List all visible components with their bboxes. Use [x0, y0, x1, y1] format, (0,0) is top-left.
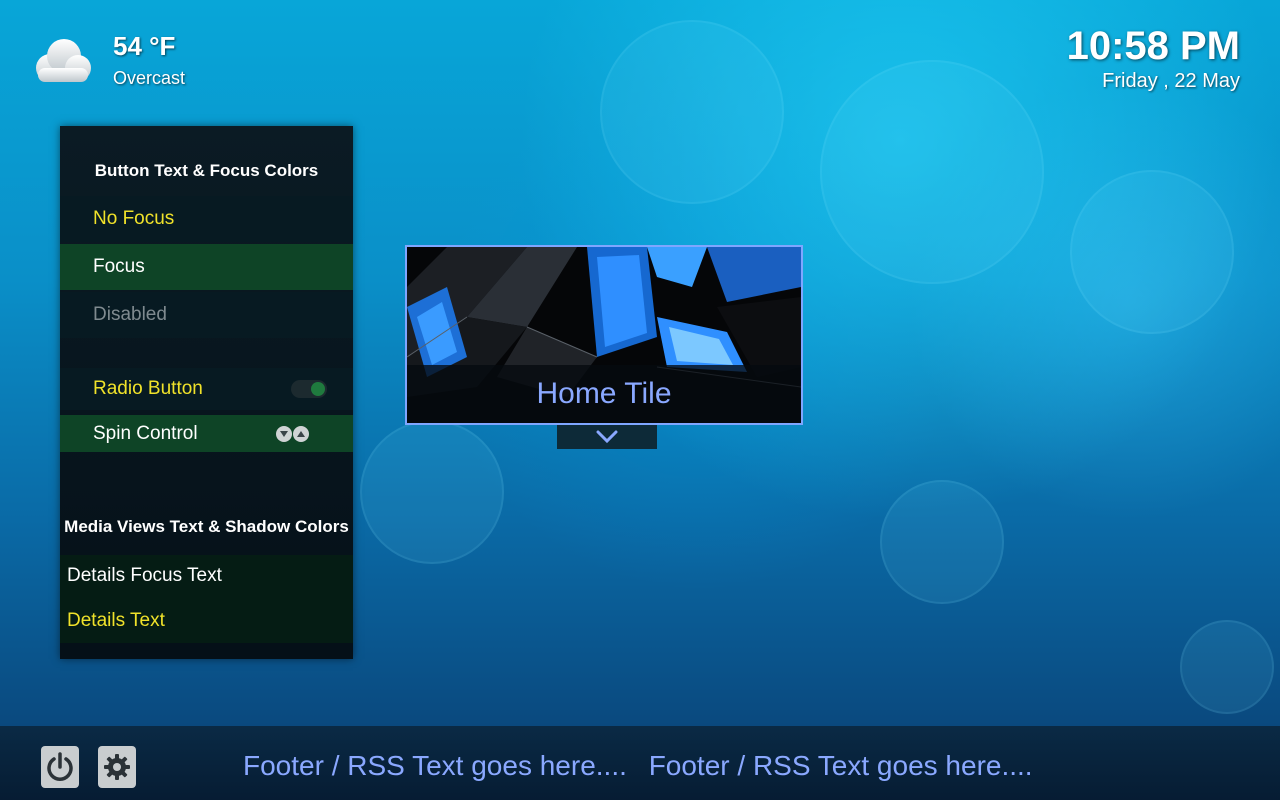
focus-button[interactable]: Focus	[60, 244, 353, 290]
spin-control[interactable]: Spin Control	[60, 415, 353, 452]
spin-up-button[interactable]	[293, 425, 309, 442]
gear-icon	[104, 754, 130, 780]
color-settings-panel: Button Text & Focus Colors No Focus Focu…	[60, 126, 353, 659]
media-colors-heading: Media Views Text & Shadow Colors	[64, 517, 349, 536]
chevron-down-icon	[596, 430, 618, 444]
button-colors-heading: Button Text & Focus Colors	[94, 161, 319, 180]
clock: 10:58 PM Friday , 22 May	[1067, 24, 1240, 94]
home-tile-label-bar: Home Tile	[407, 365, 801, 423]
clock-time: 10:58 PM	[1066, 24, 1240, 68]
spin-down-button[interactable]	[276, 425, 292, 442]
power-button[interactable]	[41, 746, 79, 788]
rss-item: Footer / RSS Text goes here....	[243, 750, 627, 781]
background-bokeh	[360, 420, 504, 564]
power-icon	[47, 752, 73, 781]
radio-toggle[interactable]	[291, 380, 327, 398]
radio-toggle-knob	[311, 382, 325, 396]
focus-label: Focus	[93, 256, 145, 277]
weather-condition: Overcast	[113, 68, 186, 88]
background-bokeh	[600, 20, 784, 204]
settings-button[interactable]	[98, 746, 136, 788]
spin-buttons	[276, 425, 309, 442]
triangle-down-icon	[280, 430, 288, 437]
spin-control-label: Spin Control	[93, 422, 198, 444]
no-focus-label: No Focus	[93, 208, 175, 229]
weather-widget: 54 °F Overcast	[26, 30, 226, 94]
rss-ticker: Footer / RSS Text goes here.... Footer /…	[243, 750, 1047, 782]
background-bokeh	[1070, 170, 1234, 334]
temperature: 54 °F	[113, 31, 176, 61]
triangle-up-icon	[297, 430, 305, 437]
clock-date: Friday , 22 May	[1102, 70, 1240, 92]
radio-button-label: Radio Button	[93, 378, 203, 399]
submenu-arrow[interactable]	[557, 425, 657, 449]
details-focus-text[interactable]: Details Focus Text	[60, 556, 353, 596]
background-bokeh	[880, 480, 1004, 604]
radio-button[interactable]: Radio Button	[60, 368, 353, 410]
details-focus-label: Details Focus Text	[67, 565, 222, 586]
cloud-icon	[36, 39, 91, 82]
details-text[interactable]: Details Text	[60, 600, 353, 642]
background-bokeh	[820, 60, 1044, 284]
home-tile-label: Home Tile	[536, 377, 672, 410]
rss-item: Footer / RSS Text goes here....	[648, 750, 1033, 781]
footer-bar: Footer / RSS Text goes here.... Footer /…	[0, 726, 1280, 800]
background-bokeh	[1180, 620, 1274, 714]
disabled-button: Disabled	[60, 292, 353, 338]
no-focus-button[interactable]: No Focus	[60, 196, 353, 242]
home-tile[interactable]: Home Tile	[405, 245, 803, 425]
disabled-label: Disabled	[93, 304, 167, 325]
details-label: Details Text	[67, 610, 165, 631]
